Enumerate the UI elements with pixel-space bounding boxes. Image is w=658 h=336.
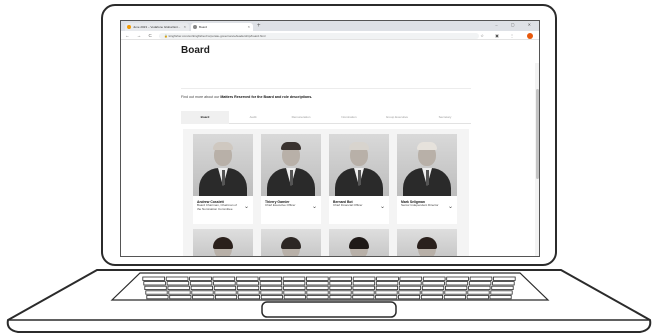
- chevron-down-icon[interactable]: ⌄: [244, 204, 249, 210]
- intro-text: Find out more about our Matters Reserved…: [181, 95, 312, 99]
- intro-prefix: Find out more about our: [181, 95, 221, 99]
- toolbar-icons[interactable]: ☆ ▣ ⋮: [480, 33, 519, 38]
- favicon-icon: [193, 25, 197, 29]
- tab-board[interactable]: Board: [181, 111, 229, 124]
- director-card[interactable]: Bernard Bot Chief Financial Officer ⌄: [329, 134, 389, 224]
- director-card[interactable]: Thierry Garnier Chief Executive Officer …: [261, 134, 321, 224]
- address-bar[interactable]: 🔒 kingfisher.com/en/kingfisher/corporate…: [159, 32, 479, 39]
- director-role: Chief Financial Officer: [333, 203, 363, 207]
- tab-group-executive[interactable]: Group Executive: [373, 111, 421, 124]
- browser-window: June 2023 – Vodafone Global Ent... × Boa…: [120, 20, 540, 257]
- director-photo[interactable]: [193, 229, 253, 256]
- close-icon[interactable]: ×: [184, 23, 186, 31]
- director-role: Board Chairman, Chairman of the Nominati…: [197, 203, 237, 211]
- director-photo[interactable]: [329, 229, 389, 256]
- scrollbar-thumb[interactable]: [536, 89, 539, 179]
- favicon-icon: [127, 25, 131, 29]
- tab-label: Board: [199, 25, 208, 29]
- director-card[interactable]: Andrew Cosslett Board Chairman, Chairman…: [193, 134, 253, 224]
- tab-audit[interactable]: Audit: [229, 111, 277, 124]
- director-photo: [397, 134, 457, 196]
- tab-nomination[interactable]: Nomination: [325, 111, 373, 124]
- tab-remuneration[interactable]: Remuneration: [277, 111, 325, 124]
- director-role: Senior Independent Director: [401, 203, 439, 207]
- browser-tab-1[interactable]: June 2023 – Vodafone Global Ent... ×: [125, 23, 189, 31]
- director-photo: [261, 134, 321, 196]
- chevron-down-icon[interactable]: ⌄: [448, 204, 453, 210]
- chevron-down-icon[interactable]: ⌄: [312, 204, 317, 210]
- director-photo[interactable]: [261, 229, 321, 256]
- laptop-illustration: June 2023 – Vodafone Global Ent... × Boa…: [0, 0, 658, 336]
- tab-label: June 2023 – Vodafone Global Ent...: [133, 25, 181, 29]
- new-tab-button[interactable]: +: [257, 22, 261, 30]
- director-photo: [329, 134, 389, 196]
- director-photo[interactable]: [397, 229, 457, 256]
- matters-reserved-link[interactable]: Matters Reserved for the Board and role …: [220, 95, 312, 99]
- director-role: Chief Executive Officer: [265, 203, 296, 207]
- director-photo: [193, 134, 253, 196]
- window-controls[interactable]: – ▢ ✕: [495, 22, 537, 27]
- profile-avatar-icon[interactable]: [527, 33, 533, 39]
- close-icon[interactable]: ×: [248, 23, 250, 31]
- director-card[interactable]: Mark Seligman Senior Independent Directo…: [397, 134, 457, 224]
- web-page: Board Find out more about our Matters Re…: [121, 41, 539, 256]
- tab-bar: June 2023 – Vodafone Global Ent... × Boa…: [121, 21, 539, 31]
- divider: [181, 88, 471, 89]
- browser-toolbar: ← → C ⌂ 🔒 kingfisher.com/en/kingfisher/c…: [121, 31, 539, 40]
- chevron-down-icon[interactable]: ⌄: [380, 204, 385, 210]
- browser-tab-2[interactable]: Board ×: [191, 23, 253, 31]
- committee-tabs: Board Audit Remuneration Nomination Grou…: [181, 111, 471, 124]
- page-title: Board: [181, 45, 210, 56]
- tab-secretary[interactable]: Secretary: [421, 111, 469, 124]
